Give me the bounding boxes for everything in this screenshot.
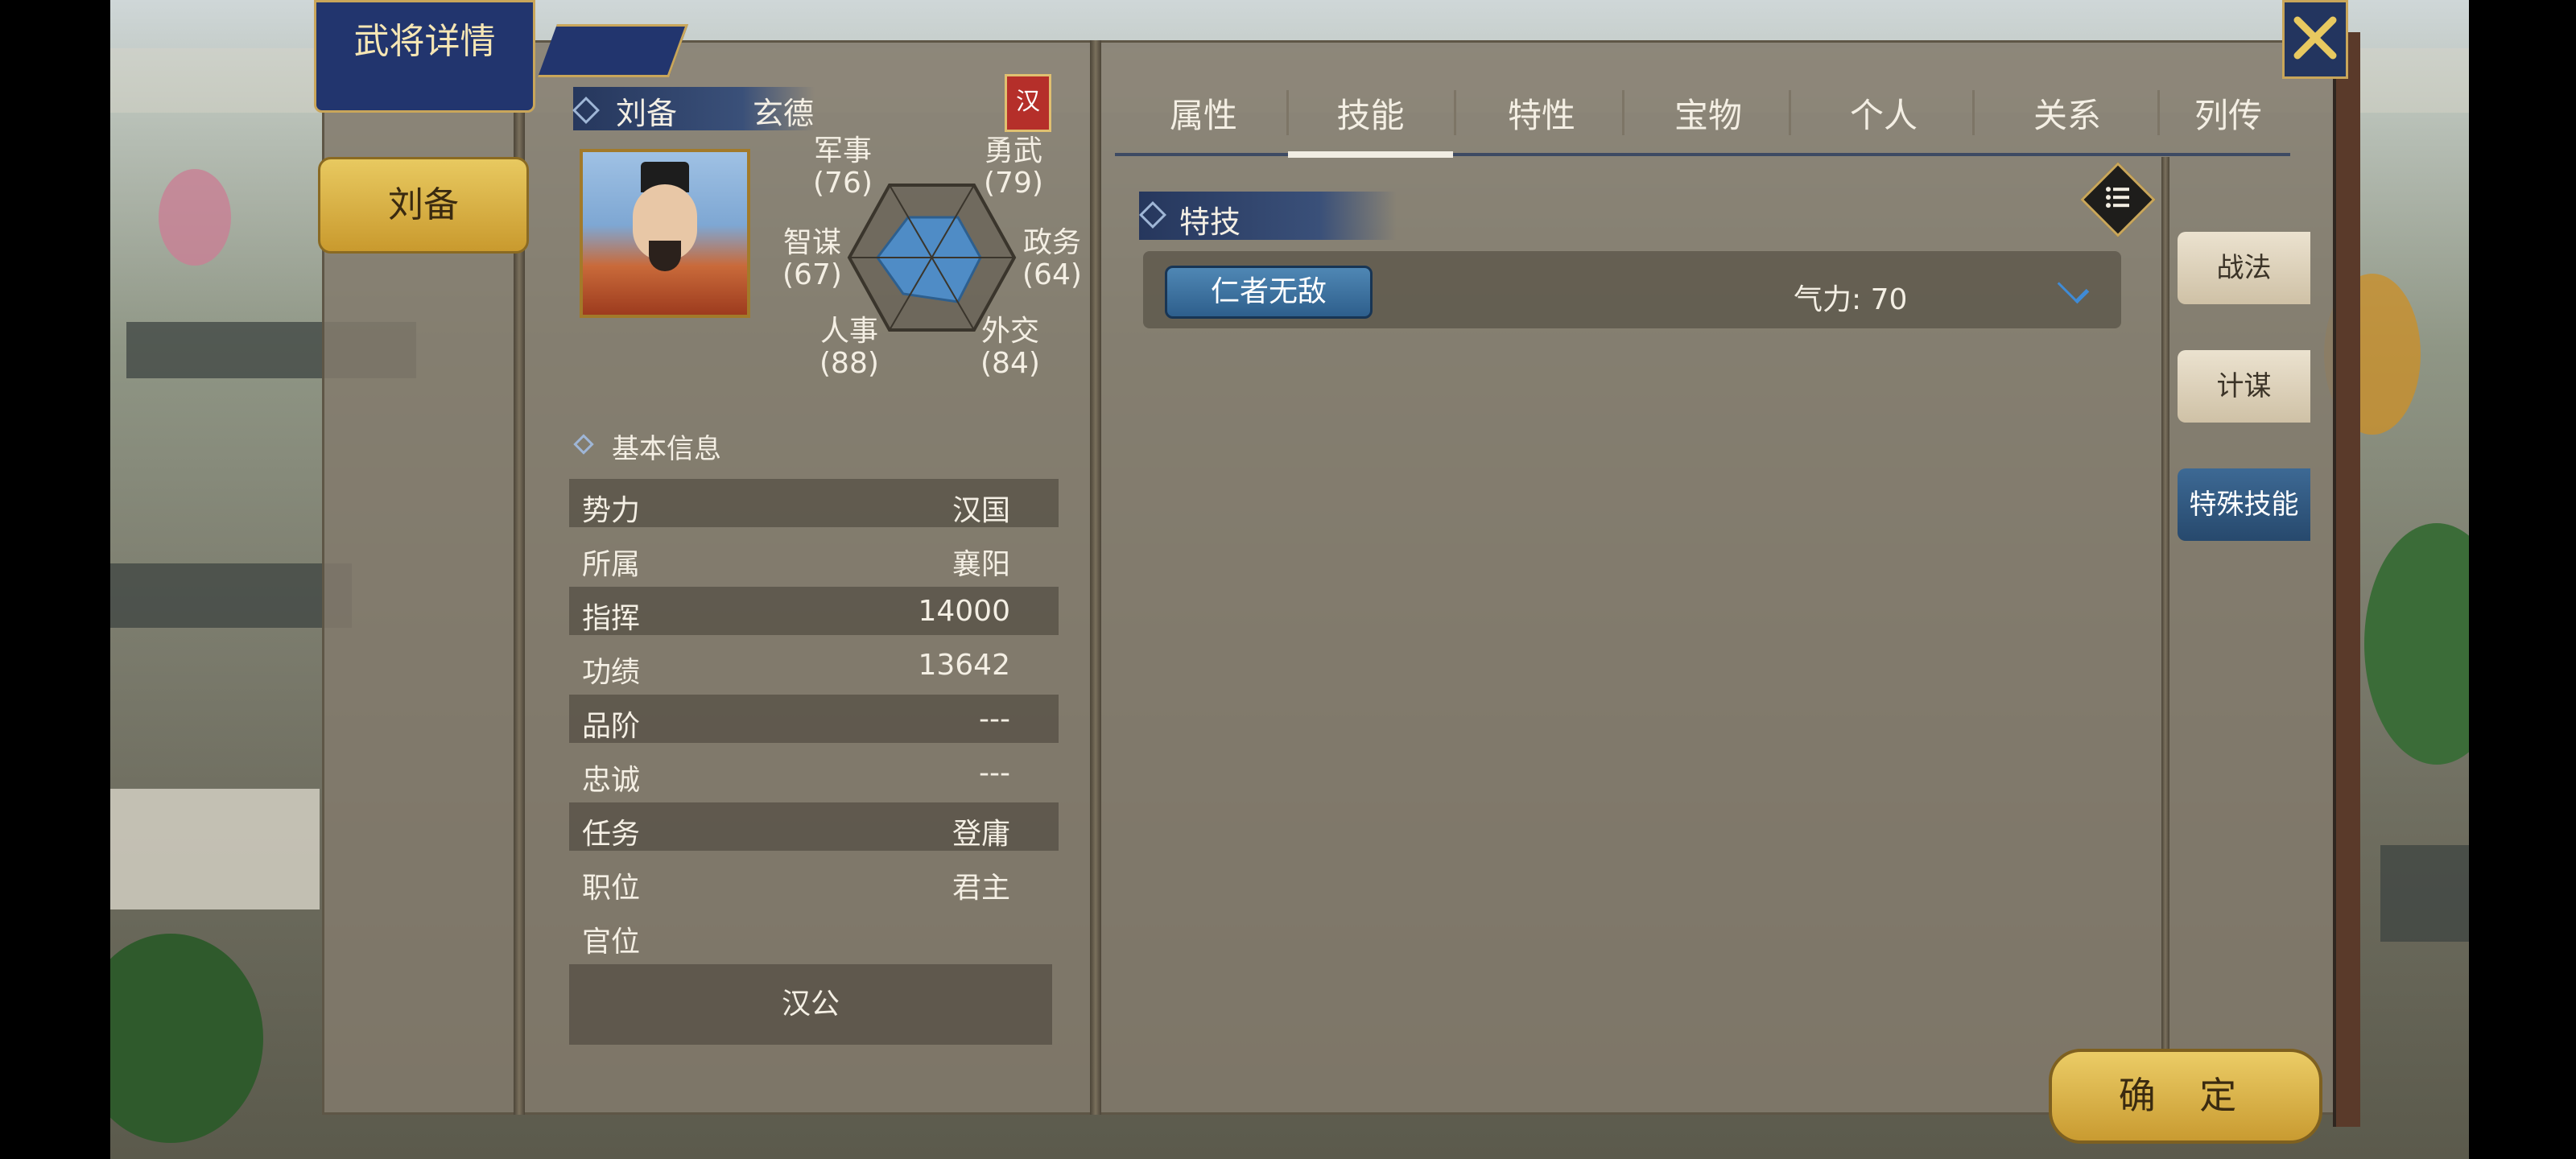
banner-ribbon <box>537 24 689 77</box>
info-row-city: 所属 襄阳 <box>569 533 1059 581</box>
info-key: 忠诚 <box>582 764 641 797</box>
info-key: 指挥 <box>582 602 641 635</box>
sidebar-item-hero[interactable]: 刘备 <box>318 157 529 254</box>
info-row-faction: 势力 汉国 <box>569 479 1059 527</box>
info-value: 14000 <box>918 595 1010 628</box>
info-value: 君主 <box>952 872 1010 905</box>
faction-badge: 汉 <box>1005 74 1051 132</box>
list-lines-icon <box>2106 187 2129 208</box>
title-banner: 武将详情 <box>314 0 535 113</box>
hero-style-name: 玄德 <box>753 96 815 131</box>
stat-strategy: 智谋 (67) <box>782 227 842 291</box>
active-tab-indicator <box>1288 151 1453 158</box>
info-key: 势力 <box>582 494 641 527</box>
tab-attributes[interactable]: 属性 <box>1127 89 1280 138</box>
stat-valor: 勇武 (79) <box>984 135 1043 200</box>
side-tab-special-skills[interactable]: 特殊技能 <box>2178 468 2310 541</box>
stat-label: 人事 <box>819 315 878 348</box>
special-skill-title: 特技 <box>1179 204 1241 240</box>
info-row-loyalty: 忠诚 --- <box>569 749 1059 797</box>
noble-title: 汉公 <box>569 964 1052 1045</box>
info-key: 任务 <box>582 818 641 851</box>
info-value: 襄阳 <box>952 548 1010 581</box>
info-value: --- <box>979 757 1010 790</box>
skill-name-button[interactable]: 仁者无敌 <box>1165 266 1373 319</box>
side-tab-schemes[interactable]: 计谋 <box>2178 350 2310 423</box>
info-value: --- <box>979 703 1010 736</box>
stat-label: 智谋 <box>782 226 841 259</box>
tab-separator <box>1286 90 1289 135</box>
tab-skills[interactable]: 技能 <box>1292 89 1449 138</box>
stat-label: 军事 <box>813 134 872 167</box>
basic-info-title: 基本信息 <box>612 433 721 465</box>
tab-separator <box>1622 90 1624 135</box>
info-row-command: 指挥 14000 <box>569 587 1059 635</box>
stat-value: (84) <box>980 347 1040 380</box>
stat-value: (79) <box>984 167 1043 200</box>
tab-relations[interactable]: 关系 <box>1979 89 2156 138</box>
tab-treasures[interactable]: 宝物 <box>1628 89 1789 138</box>
tab-biography[interactable]: 列传 <box>2164 89 2293 138</box>
stats-radar-chart <box>847 184 1017 332</box>
close-x-icon <box>2293 16 2337 60</box>
stat-label: 政务 <box>1022 226 1081 259</box>
special-skill-header <box>1139 192 1397 240</box>
stat-military: 军事 (76) <box>813 135 873 200</box>
stat-value: (67) <box>782 258 842 291</box>
tab-separator <box>1789 90 1791 135</box>
stat-label: 勇武 <box>984 134 1042 167</box>
qi-cost: 气力: 70 <box>1794 283 1908 316</box>
tab-separator <box>1454 90 1456 135</box>
tab-separator <box>2157 90 2160 135</box>
tab-separator <box>1972 90 1975 135</box>
close-button[interactable] <box>2282 0 2348 79</box>
portrait-beard <box>649 241 681 271</box>
info-row-merit: 功绩 13642 <box>569 641 1059 689</box>
stat-value: (64) <box>1022 258 1082 291</box>
info-row-task: 任务 登庸 <box>569 802 1059 851</box>
panel-divider <box>2161 157 2169 1058</box>
stat-personnel: 人事 (88) <box>819 316 879 380</box>
stat-value: (88) <box>819 347 879 380</box>
info-row-title: 官位 <box>569 910 1059 959</box>
tab-traits[interactable]: 特性 <box>1461 89 1622 138</box>
info-value: 汉国 <box>952 494 1010 527</box>
info-value: 13642 <box>918 649 1010 682</box>
stat-politics: 政务 (64) <box>1022 227 1082 291</box>
stat-label: 外交 <box>980 315 1039 348</box>
tab-personal[interactable]: 个人 <box>1795 89 1972 138</box>
info-key: 功绩 <box>582 656 641 689</box>
confirm-button[interactable]: 确 定 <box>2049 1049 2322 1144</box>
info-row-position: 职位 君主 <box>569 856 1059 905</box>
info-key: 职位 <box>582 872 641 905</box>
info-row-rank: 品阶 --- <box>569 695 1059 743</box>
scroll-rod <box>2333 32 2360 1127</box>
window-title: 武将详情 <box>353 21 496 62</box>
side-tab-tactics[interactable]: 战法 <box>2178 232 2310 304</box>
info-key: 品阶 <box>582 710 641 743</box>
hero-portrait[interactable] <box>580 149 750 318</box>
info-key: 所属 <box>582 548 641 581</box>
panel-divider <box>1090 40 1101 1115</box>
info-key: 官位 <box>582 926 641 959</box>
info-value: 登庸 <box>952 818 1010 851</box>
stat-diplomacy: 外交 (84) <box>980 316 1040 380</box>
hero-name: 刘备 <box>616 96 678 131</box>
stat-value: (76) <box>813 167 873 200</box>
